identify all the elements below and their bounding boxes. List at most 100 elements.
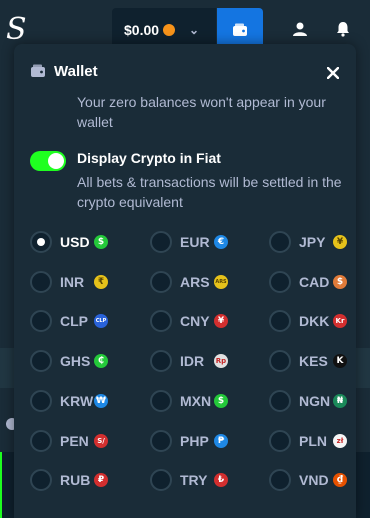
radio-button[interactable] <box>30 310 52 332</box>
radio-button[interactable] <box>30 271 52 293</box>
currency-option-inr[interactable]: INR ₹ <box>30 270 108 294</box>
eur-currency-icon: € <box>214 235 228 249</box>
display-fiat-description: All bets & transactions will be settled … <box>77 174 342 210</box>
mxn-currency-icon: $ <box>214 394 228 408</box>
currency-option-vnd[interactable]: VND ₫ <box>269 468 347 492</box>
currency-option-rub[interactable]: RUB ₽ <box>30 468 108 492</box>
radio-button[interactable] <box>150 310 172 332</box>
wallet-icon <box>31 64 45 77</box>
currency-code: JPY <box>299 234 326 250</box>
close-button[interactable] <box>322 62 344 84</box>
radio-button[interactable] <box>269 231 291 253</box>
currency-code: RUB <box>60 472 91 488</box>
modal-title: Wallet <box>54 63 98 80</box>
radio-button[interactable] <box>269 469 291 491</box>
currency-option-ghs[interactable]: GHS ₵ <box>30 349 108 373</box>
currency-option-eur[interactable]: EUR € <box>150 230 228 254</box>
radio-button[interactable] <box>269 390 291 412</box>
clp-currency-icon: CLP <box>94 314 108 328</box>
background-panel <box>356 348 370 388</box>
currency-code: INR <box>60 274 85 290</box>
currency-option-php[interactable]: PHP ₱ <box>150 429 228 453</box>
radio-button[interactable] <box>30 231 52 253</box>
radio-button[interactable] <box>150 271 172 293</box>
wallet-modal: Wallet Your zero balances won't appear i… <box>14 44 356 518</box>
currency-option-dkk[interactable]: DKK Kr <box>269 309 347 333</box>
currency-option-cny[interactable]: CNY ¥ <box>150 309 228 333</box>
currency-code: TRY <box>180 472 208 488</box>
pln-currency-icon: zł <box>333 434 347 448</box>
balance-amount: $0.00 <box>124 22 160 38</box>
currency-option-pen[interactable]: PEN S/ <box>30 429 108 453</box>
currency-option-krw[interactable]: KRW ₩ <box>30 389 108 413</box>
user-icon[interactable] <box>290 19 310 39</box>
radio-button[interactable] <box>30 390 52 412</box>
currency-code: ARS <box>180 274 210 290</box>
currency-code: PLN <box>299 433 327 449</box>
currency-code: KRW <box>60 393 94 409</box>
currency-option-idr[interactable]: IDR Rp <box>150 349 228 373</box>
jpy-currency-icon: ¥ <box>333 235 347 249</box>
php-currency-icon: ₱ <box>214 434 228 448</box>
inr-currency-icon: ₹ <box>94 275 108 289</box>
radio-button[interactable] <box>150 430 172 452</box>
currency-option-ars[interactable]: ARS ARS <box>150 270 228 294</box>
currency-code: DKK <box>299 313 330 329</box>
try-currency-icon: ₺ <box>214 473 228 487</box>
krw-currency-icon: ₩ <box>94 394 108 408</box>
currency-code: MXN <box>180 393 212 409</box>
background-panel <box>0 348 14 388</box>
close-icon <box>327 67 339 79</box>
ars-currency-icon: ARS <box>214 275 228 289</box>
currency-code: IDR <box>180 353 205 369</box>
radio-button[interactable] <box>30 430 52 452</box>
currency-code: PEN <box>60 433 89 449</box>
radio-button[interactable] <box>150 390 172 412</box>
currency-option-usd[interactable]: USD $ <box>30 230 108 254</box>
vnd-currency-icon: ₫ <box>333 473 347 487</box>
idr-currency-icon: Rp <box>214 354 228 368</box>
rub-currency-icon: ₽ <box>94 473 108 487</box>
currency-option-ngn[interactable]: NGN ₦ <box>269 389 347 413</box>
bitcoin-icon <box>163 24 176 36</box>
usd-currency-icon: $ <box>94 235 108 249</box>
ngn-currency-icon: ₦ <box>333 394 347 408</box>
currency-code: PHP <box>180 433 209 449</box>
currency-option-kes[interactable]: KES K <box>269 349 347 373</box>
currency-code: CLP <box>60 313 88 329</box>
radio-button[interactable] <box>150 350 172 372</box>
currency-code: USD <box>60 234 90 250</box>
radio-button[interactable] <box>150 231 172 253</box>
display-fiat-toggle[interactable] <box>30 151 66 171</box>
pen-currency-icon: S/ <box>94 434 108 448</box>
display-fiat-label: Display Crypto in Fiat <box>77 150 221 166</box>
currency-code: GHS <box>60 353 91 369</box>
radio-button[interactable] <box>269 310 291 332</box>
cny-currency-icon: ¥ <box>214 314 228 328</box>
currency-code: KES <box>299 353 328 369</box>
background-panel <box>356 452 370 518</box>
radio-button[interactable] <box>269 430 291 452</box>
chevron-down-icon: ⌄ <box>189 23 200 37</box>
radio-button[interactable] <box>30 350 52 372</box>
radio-button[interactable] <box>150 469 172 491</box>
currency-option-clp[interactable]: CLP CLP <box>30 309 108 333</box>
wallet-icon <box>233 23 247 36</box>
currency-code: EUR <box>180 234 210 250</box>
radio-button[interactable] <box>269 271 291 293</box>
cad-currency-icon: $ <box>333 275 347 289</box>
currency-code: VND <box>299 472 329 488</box>
bell-icon[interactable] <box>333 19 353 39</box>
currency-option-pln[interactable]: PLN zł <box>269 429 347 453</box>
currency-option-cad[interactable]: CAD $ <box>269 270 347 294</box>
currency-option-try[interactable]: TRY ₺ <box>150 468 228 492</box>
currency-option-mxn[interactable]: MXN $ <box>150 389 228 413</box>
logo[interactable]: S <box>6 12 27 47</box>
radio-button[interactable] <box>30 469 52 491</box>
radio-button[interactable] <box>269 350 291 372</box>
dkk-currency-icon: Kr <box>333 314 347 328</box>
kes-currency-icon: K <box>333 354 347 368</box>
currency-code: NGN <box>299 393 331 409</box>
currency-option-jpy[interactable]: JPY ¥ <box>269 230 347 254</box>
background-panel <box>0 452 14 518</box>
